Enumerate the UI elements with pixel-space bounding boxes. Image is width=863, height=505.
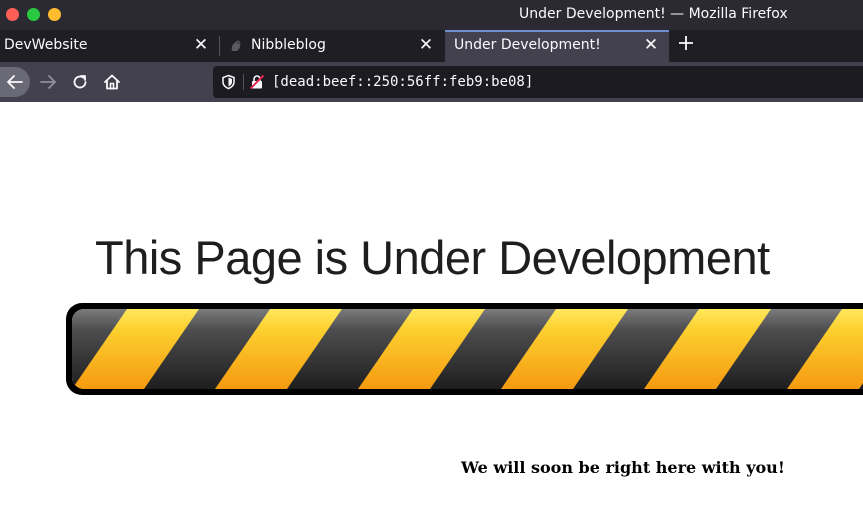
- window-title: Under Development! — Mozilla Firefox: [519, 6, 788, 22]
- url-bar-separator: [243, 74, 244, 90]
- back-button[interactable]: [0, 67, 30, 97]
- tagline: We will soon be right here with you!: [461, 458, 785, 477]
- tab-devwebsite[interactable]: DevWebsite ✕: [0, 30, 218, 62]
- under-construction-bar: [66, 303, 863, 395]
- tab-nibbleblog[interactable]: Nibbleblog ✕: [220, 30, 444, 62]
- back-arrow-icon: [7, 75, 23, 89]
- new-tab-button[interactable]: [675, 32, 697, 58]
- tab-close-icon[interactable]: ✕: [642, 36, 660, 54]
- plus-icon: [679, 36, 693, 50]
- page-heading: This Page is Under Development: [95, 231, 770, 284]
- tab-under-development[interactable]: Under Development! ✕: [445, 30, 669, 62]
- forward-button[interactable]: [33, 67, 63, 97]
- reload-button[interactable]: [65, 67, 95, 97]
- tab-strip: DevWebsite ✕ Nibbleblog ✕ Under Developm…: [0, 30, 863, 62]
- tab-label: Under Development!: [454, 37, 601, 53]
- minimize-window-button[interactable]: [48, 8, 61, 21]
- hazard-stripes-graphic: [72, 309, 863, 389]
- navigation-toolbar: [dead:beef::250:56ff:feb9:be08]: [0, 62, 863, 102]
- home-icon: [104, 74, 120, 90]
- hazard-stripes: [72, 309, 863, 389]
- close-window-button[interactable]: [6, 8, 19, 21]
- title-bar: Under Development! — Mozilla Firefox: [0, 0, 863, 30]
- tab-close-icon[interactable]: ✕: [417, 36, 435, 54]
- reload-icon: [73, 75, 87, 89]
- forward-arrow-icon: [40, 75, 56, 89]
- url-text: [dead:beef::250:56ff:feb9:be08]: [272, 74, 534, 90]
- zoom-window-button[interactable]: [27, 8, 40, 21]
- home-button[interactable]: [97, 67, 127, 97]
- insecure-lock-icon[interactable]: [249, 74, 265, 90]
- url-bar[interactable]: [dead:beef::250:56ff:feb9:be08]: [213, 66, 863, 98]
- tracking-protection-shield-icon[interactable]: [221, 74, 236, 90]
- tab-label: DevWebsite: [4, 37, 88, 53]
- tab-label: Nibbleblog: [251, 37, 326, 53]
- tab-close-icon[interactable]: ✕: [192, 36, 210, 54]
- nibbleblog-favicon-icon: [231, 40, 241, 51]
